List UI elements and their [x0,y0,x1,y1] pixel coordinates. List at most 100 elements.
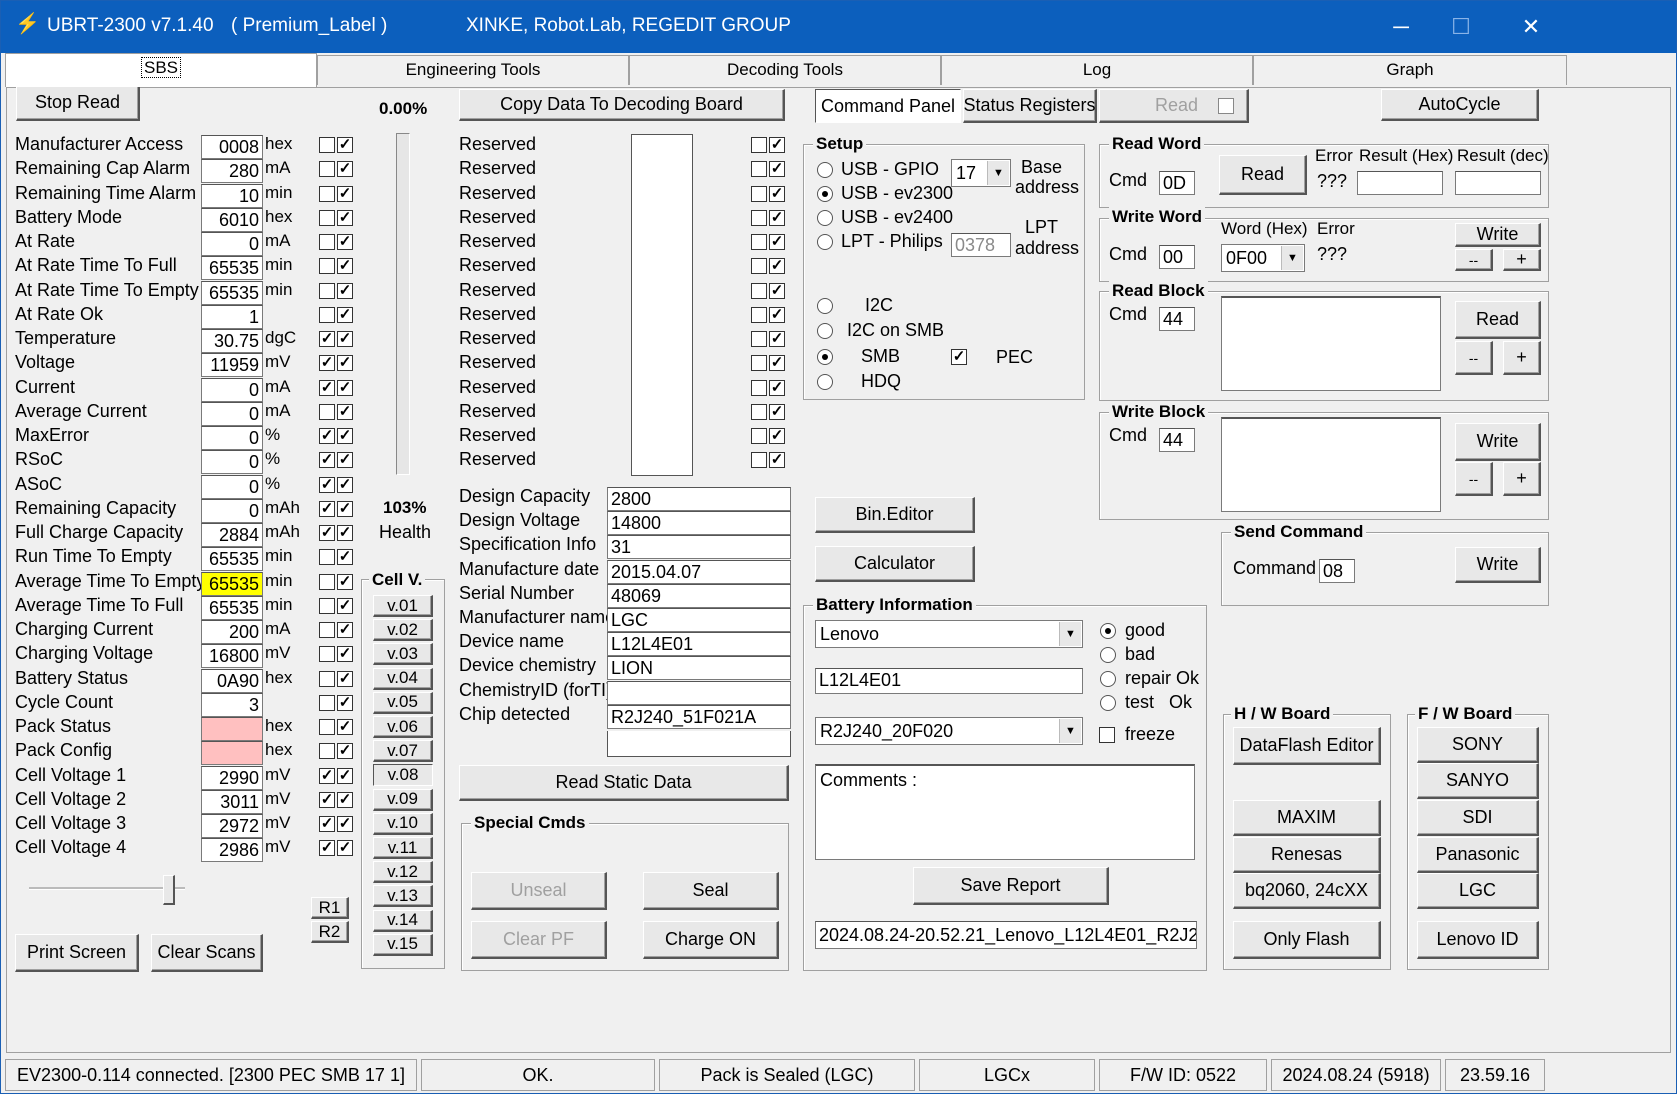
sbs-row-check-2[interactable]: ✓ [337,306,353,323]
sbs-row-check-1[interactable] [319,258,335,275]
read-block-plus-button[interactable]: + [1503,341,1541,375]
i2c-on-smb-radio[interactable] [817,323,833,339]
only-flash-button[interactable]: Only Flash [1233,921,1381,959]
cell-voltage-button[interactable]: v.09 [373,788,433,811]
sbs-row-check-2[interactable]: ✓ [337,355,353,372]
renesas-button[interactable]: Renesas [1233,837,1381,873]
sbs-row-check-2[interactable]: ✓ [337,670,353,687]
lenovo-id-button[interactable]: Lenovo ID [1417,921,1539,959]
cell-voltage-button[interactable]: v.13 [373,885,433,908]
maximize-icon[interactable]: ☐ [1431,9,1491,45]
reserved-check-1[interactable] [751,282,767,299]
sbs-row-check-1[interactable] [319,646,335,663]
reserved-check-2[interactable]: ✓ [769,331,785,347]
manufacturer-select[interactable]: Lenovo ▼ [815,620,1083,648]
reserved-check-1[interactable] [751,234,767,250]
word-hex-select[interactable]: 0F00 ▼ [1221,244,1305,272]
sbs-row-check-2[interactable]: ✓ [337,234,353,250]
maxim-button[interactable]: MAXIM [1233,800,1381,836]
sbs-row-check-2[interactable]: ✓ [337,379,353,396]
cell-voltage-button[interactable]: v.11 [373,837,433,859]
reserved-check-2[interactable]: ✓ [769,185,785,202]
base-address-select[interactable]: 17 ▼ [951,159,1011,187]
print-screen-button[interactable]: Print Screen [15,934,139,972]
sbs-row-check-2[interactable]: ✓ [337,791,353,808]
bin-editor-button[interactable]: Bin.Editor [815,497,975,533]
calculator-button[interactable]: Calculator [815,546,975,582]
reserved-check-1[interactable] [751,185,767,202]
close-icon[interactable]: ✕ [1501,9,1561,45]
sbs-row-check-2[interactable]: ✓ [337,597,353,614]
sbs-row-check-1[interactable] [319,573,335,590]
sbs-row-check-2[interactable]: ✓ [337,428,353,444]
freeze-checkbox[interactable] [1099,727,1115,743]
reserved-check-1[interactable] [751,403,767,420]
comments-box[interactable]: Comments : [815,764,1195,860]
cell-voltage-button[interactable]: v.14 [373,909,433,932]
sbs-row-check-2[interactable]: ✓ [337,476,353,493]
cell-voltage-button[interactable]: v.15 [373,933,433,956]
sbs-row-check-1[interactable]: ✓ [319,525,335,541]
read-word-read-button[interactable]: Read [1219,155,1307,195]
autocycle-button[interactable]: AutoCycle [1381,89,1539,121]
tab-log[interactable]: Log [941,55,1253,85]
sbs-row-check-2[interactable]: ✓ [337,185,353,202]
sbs-row-check-1[interactable] [319,670,335,687]
lpt-address-input[interactable]: 0378 [951,233,1011,257]
reserved-check-2[interactable]: ✓ [769,355,785,372]
sbs-row-check-1[interactable] [319,209,335,226]
cell-voltage-button[interactable]: v.10 [373,812,433,835]
usb-ev2300-radio[interactable] [817,186,833,202]
cell-voltage-button[interactable]: v.08 [373,764,433,787]
sbs-row-check-1[interactable] [319,549,335,566]
sbs-row-check-2[interactable]: ✓ [337,137,353,153]
read-block-cmd-input[interactable]: 44 [1159,307,1195,331]
sbs-row-check-1[interactable] [319,403,335,420]
read-toggle-checkbox[interactable] [1218,98,1234,114]
minimize-icon[interactable]: ─ [1371,9,1431,45]
sbs-row-check-2[interactable]: ✓ [337,209,353,226]
device-name-input[interactable]: L12L4E01 [815,668,1083,694]
bad-radio[interactable] [1100,647,1116,663]
read-toggle-button[interactable]: Read [1099,89,1249,123]
sbs-row-check-1[interactable]: ✓ [319,767,335,784]
sbs-row-check-1[interactable] [319,234,335,250]
read-static-data-button[interactable]: Read Static Data [459,765,789,801]
reserved-check-2[interactable]: ✓ [769,282,785,299]
reserved-check-1[interactable] [751,258,767,275]
reserved-check-1[interactable] [751,452,767,469]
cell-voltage-button[interactable]: v.12 [373,861,433,884]
cell-voltage-button[interactable]: v.01 [373,595,433,617]
reserved-check-2[interactable]: ✓ [769,234,785,250]
lgc-button[interactable]: LGC [1417,873,1539,909]
sbs-row-check-2[interactable]: ✓ [337,525,353,541]
lpt-philips-radio[interactable] [817,234,833,250]
command-panel-toggle[interactable]: Command Panel [815,89,961,123]
usb-ev2400-radio[interactable] [817,210,833,226]
sdi-button[interactable]: SDI [1417,800,1539,836]
sbs-row-check-1[interactable] [319,694,335,711]
sbs-row-check-2[interactable]: ✓ [337,719,353,735]
good-radio[interactable] [1100,623,1116,639]
smb-radio[interactable] [817,349,833,365]
sbs-row-check-1[interactable] [319,622,335,638]
sbs-row-check-1[interactable] [319,597,335,614]
read-block-data[interactable] [1221,296,1441,391]
sbs-row-check-1[interactable]: ✓ [319,816,335,832]
reserved-check-2[interactable]: ✓ [769,403,785,420]
sbs-row-check-2[interactable]: ✓ [337,573,353,590]
sbs-row-check-1[interactable] [319,185,335,202]
reserved-check-2[interactable]: ✓ [769,161,785,178]
sbs-row-check-1[interactable] [319,719,335,735]
sbs-row-check-2[interactable]: ✓ [337,282,353,299]
read-word-cmd-input[interactable]: 0D [1159,171,1195,195]
cell-voltage-button[interactable]: v.02 [373,619,433,642]
sbs-row-check-1[interactable] [319,282,335,299]
reserved-check-2[interactable]: ✓ [769,209,785,226]
reserved-check-1[interactable] [751,379,767,396]
cell-voltage-button[interactable]: v.04 [373,667,433,690]
sanyo-button[interactable]: SANYO [1417,763,1539,799]
status-registers-button[interactable]: Status Registers [963,89,1097,123]
stop-read-button[interactable]: Stop Read [16,85,140,121]
sbs-row-check-1[interactable]: ✓ [319,379,335,396]
